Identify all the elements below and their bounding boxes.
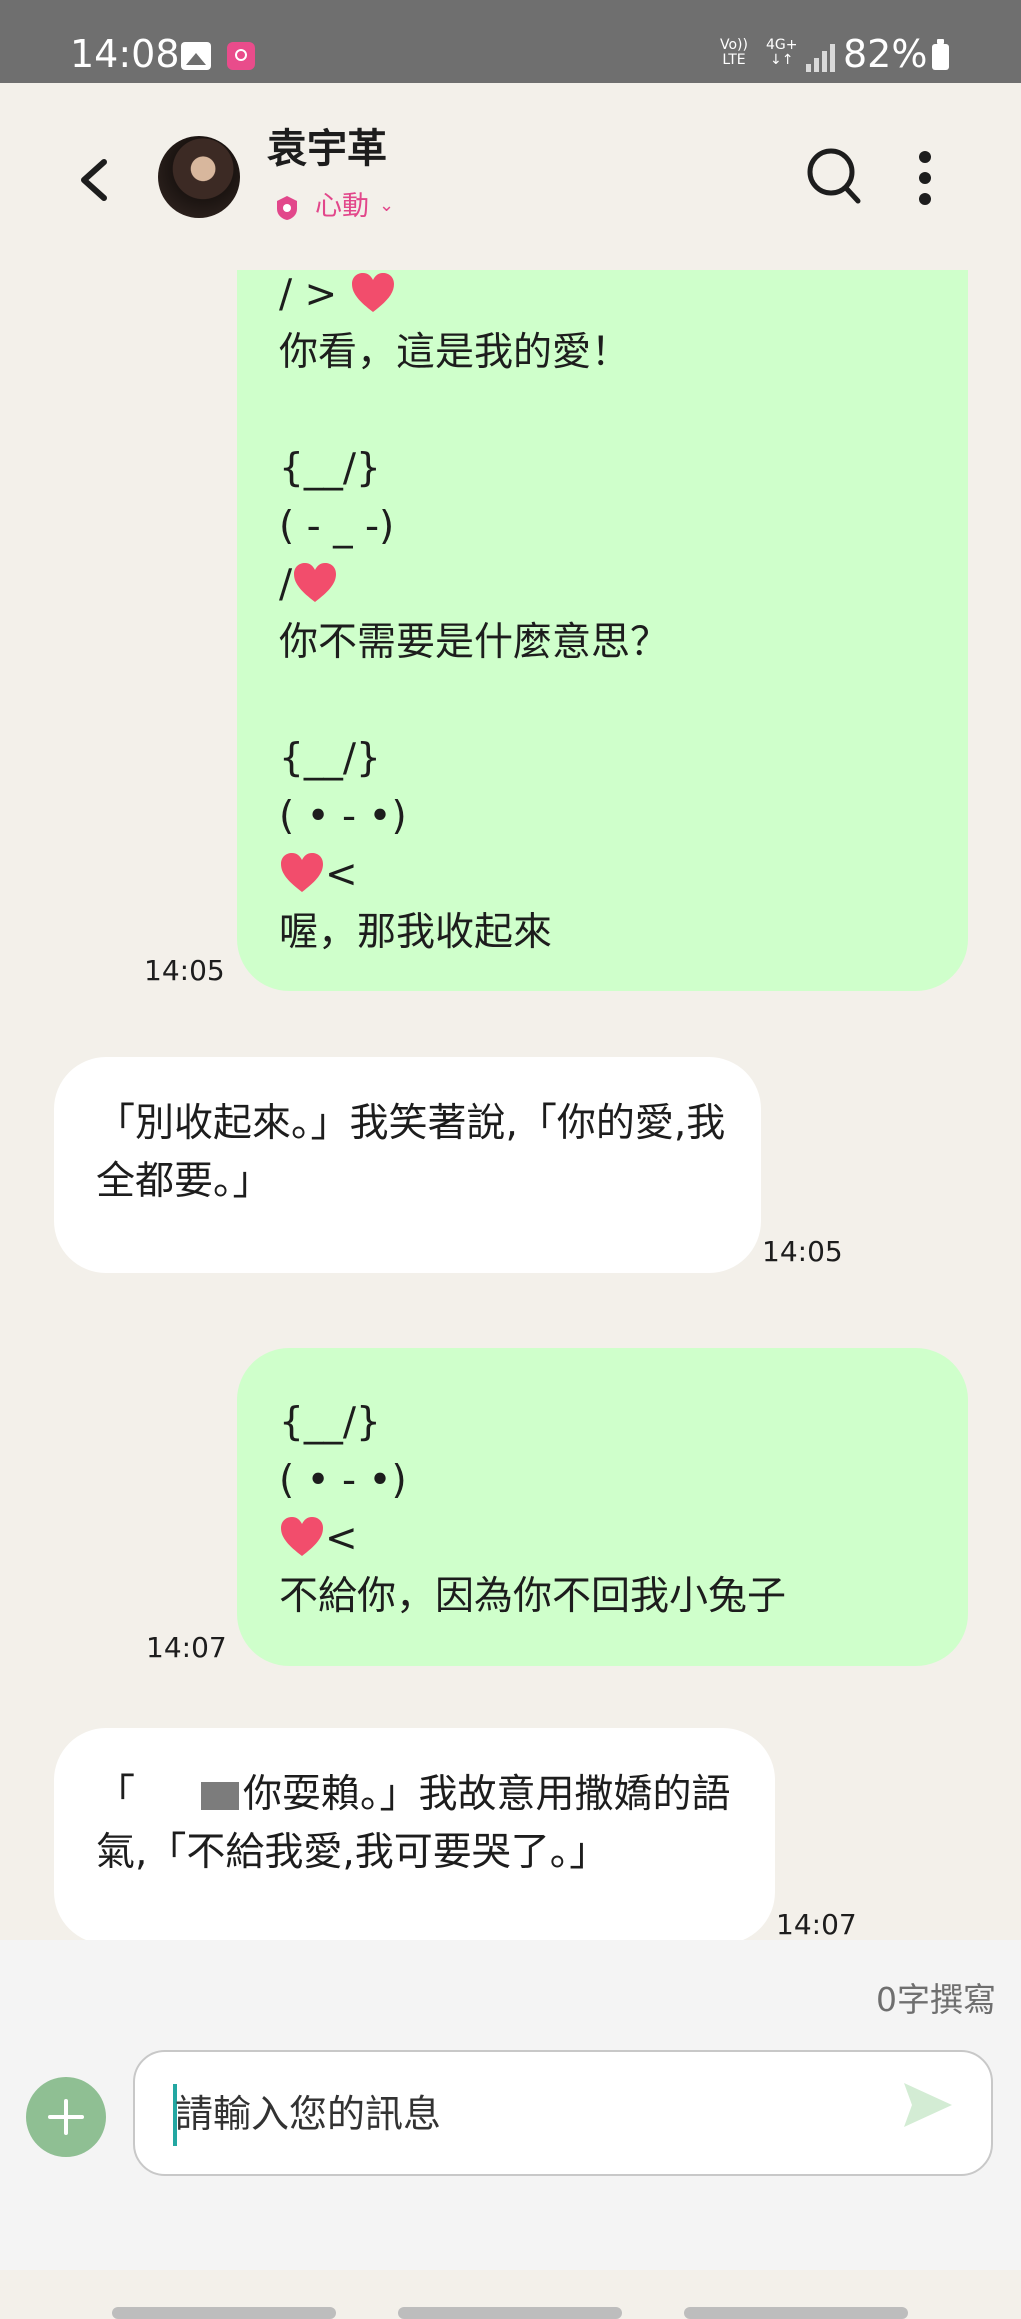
char-count: 0字撰寫 [876,1980,996,2019]
message-line: 「你耍賴。」我故意用撒嬌的語 [96,1772,731,1817]
status-bar: 14:08 Vo)) LTE 4G+ ↓↑ 82% [0,0,1021,83]
message-timestamp: 14:05 [144,954,225,987]
message-timestamp: 14:07 [146,1631,227,1664]
heart-icon [281,853,323,892]
outgoing-message: {__/} ( • - •) < 不給你，因為你不回我小兔子 [237,1348,968,1666]
outgoing-message: / > 你看，這是我的愛！ {__/} ( - _ -) / 你不需要是什麼意思… [237,270,968,991]
signal-icon [806,42,836,72]
more-vertical-icon[interactable] [904,147,946,209]
message-list[interactable]: / > 你看，這是我的愛！ {__/} ( - _ -) / 你不需要是什麼意思… [0,270,1021,1940]
shield-icon [277,196,297,220]
relationship-status[interactable]: 心動 [315,190,369,224]
back-arrow-icon[interactable] [72,150,122,210]
message-line: ( • - •) [279,794,407,839]
send-icon[interactable] [900,2077,956,2133]
message-line: 全都要。」 [96,1159,272,1204]
message-line: 你不需要是什麼意思？ [279,620,670,665]
nav-back-button[interactable] [684,2307,908,2319]
message-line: {__/} [279,446,381,491]
message-line: < [279,846,968,904]
message-line [279,382,968,440]
app-notification-icon [227,42,255,70]
message-line: 喔，那我收起來 [279,910,553,955]
incoming-message: 「你耍賴。」我故意用撒嬌的語 氣,「不給我愛,我可要哭了。」 [54,1728,775,1940]
search-icon[interactable] [805,145,863,207]
message-composer: 0字撰寫 請輸入您的訊息 [0,1940,1021,2270]
add-attachment-button[interactable] [26,2077,106,2157]
message-line: 你看，這是我的愛！ [279,330,631,375]
network-indicator: 4G+ ↓↑ [766,37,798,68]
message-line: / [279,556,968,614]
volte-indicator: Vo)) LTE [720,37,748,68]
message-line: 不給你，因為你不回我小兔子 [279,1574,787,1619]
message-line: ( • - •) [279,1458,407,1503]
message-line [279,672,968,730]
contact-name[interactable]: 袁宇革 [267,125,387,173]
message-line: ( - _ -) [279,504,395,549]
message-input-placeholder: 請輸入您的訊息 [175,2092,442,2136]
avatar[interactable] [158,136,240,218]
message-line: 氣,「不給我愛,我可要哭了。」 [96,1830,609,1875]
chat-header: 袁宇革 心動 ⌄ [0,83,1021,270]
message-line: / > [279,270,968,324]
incoming-message: 「別收起來。」我笑著說,「你的愛,我 全都要。」 [54,1057,761,1273]
nav-recents-button[interactable] [112,2307,336,2319]
chevron-down-icon[interactable]: ⌄ [379,194,394,218]
heart-icon [351,273,394,312]
message-line: {__/} [279,736,381,781]
gallery-notification-icon [181,42,211,70]
battery-icon [932,39,949,70]
redacted-name [201,1782,240,1810]
nav-home-button[interactable] [398,2307,622,2319]
message-input[interactable]: 請輸入您的訊息 [133,2050,993,2176]
status-time: 14:08 [70,32,180,76]
message-timestamp: 14:07 [776,1908,857,1941]
message-line: {__/} [279,1400,381,1445]
battery-percent: 82% [843,32,928,76]
heart-icon [281,1517,323,1556]
message-line: 「別收起來。」我笑著說,「你的愛,我 [96,1101,726,1146]
message-line: < [279,1510,968,1568]
heart-icon [294,563,337,602]
message-timestamp: 14:05 [762,1235,843,1268]
